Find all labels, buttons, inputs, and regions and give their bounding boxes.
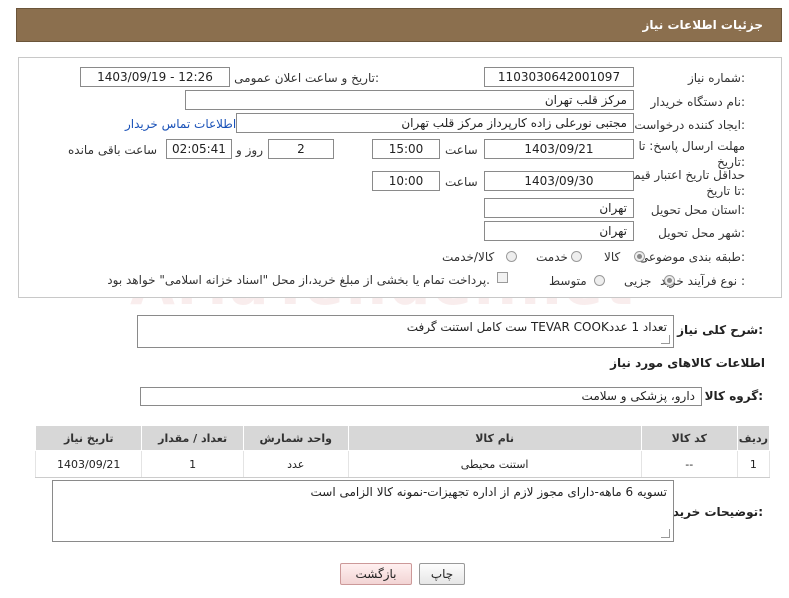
cell-need-date: 1403/09/21 xyxy=(34,450,143,478)
price-validity-label: حداقل تاریخ اعتبار قیمت: تا تاریخ: xyxy=(618,168,745,198)
category-service-radio[interactable] xyxy=(571,251,582,262)
resize-handle[interactable] xyxy=(661,335,670,344)
col-header-row-number: ردیف xyxy=(736,425,771,451)
col-header-need-date: تاریخ نیاز xyxy=(34,425,143,451)
delivery-province-label: استان محل تحویل: xyxy=(650,203,745,217)
buyer-org-field: مرکز قلب تهران xyxy=(185,90,634,110)
price-validity-time-field: 10:00 xyxy=(372,171,440,191)
buyer-notes-textarea[interactable]: تسویه 6 ماهه-دارای مجوز لازم از اداره تج… xyxy=(52,480,674,542)
category-service-label: خدمت xyxy=(536,250,568,264)
cell-goods-code: -- xyxy=(640,450,738,478)
print-button[interactable]: چاپ xyxy=(419,563,465,585)
process-minor-label: جزیی xyxy=(624,274,652,288)
treasury-payment-checkbox[interactable] xyxy=(497,272,508,283)
delivery-province-field: تهران xyxy=(484,198,634,218)
delivery-city-field: تهران xyxy=(484,221,634,241)
resize-handle[interactable] xyxy=(661,529,670,538)
buyer-contact-link[interactable]: اطلاعات تماس خریدار xyxy=(125,117,236,131)
buyer-org-label: نام دستگاه خریدار: xyxy=(650,95,746,109)
category-goods-service-radio[interactable] xyxy=(506,251,517,262)
announce-datetime-label: تاریخ و ساعت اعلان عمومی: xyxy=(234,71,379,85)
description-text: ست کامل استنت گرفت TEVAR COOKتعداد 1 عدد xyxy=(406,320,667,334)
process-medium-label: متوسط xyxy=(549,274,587,288)
goods-group-label: گروه کالا: xyxy=(704,389,763,403)
reply-deadline-time-label: ساعت xyxy=(445,143,478,157)
table-row: 1 -- استنت محیطی عدد 1 1403/09/21 xyxy=(34,450,771,478)
remaining-time-field: 02:05:41 xyxy=(166,139,232,159)
category-goods-radio[interactable] xyxy=(634,251,645,262)
goods-table: ردیف کد کالا نام کالا واحد شمارش تعداد /… xyxy=(34,425,771,478)
reply-days-field: 2 xyxy=(268,139,334,159)
treasury-payment-note: پرداخت تمام یا بخشی از مبلغ خرید،از محل … xyxy=(107,273,490,287)
back-button[interactable]: بازگشت xyxy=(340,563,412,585)
price-validity-time-label: ساعت xyxy=(445,175,478,189)
category-label: طبقه بندی موضوعی: xyxy=(638,250,745,264)
requester-field: مجتبی نورعلی زاده کارپرداز مرکز قلب تهرا… xyxy=(236,113,634,133)
goods-table-header-row: ردیف کد کالا نام کالا واحد شمارش تعداد /… xyxy=(34,425,771,451)
announce-datetime-field: 1403/09/19 - 12:26 xyxy=(80,67,230,87)
requester-label: ایجاد کننده درخواست: xyxy=(634,118,745,132)
col-header-goods-name: نام کالا xyxy=(347,425,642,451)
cell-quantity: 1 xyxy=(141,450,244,478)
page-header: جزئیات اطلاعات نیاز xyxy=(16,8,782,42)
category-goods-service-label: کالا/خدمت xyxy=(442,250,495,264)
col-header-unit: واحد شمارش xyxy=(242,425,349,451)
reply-days-label: روز و xyxy=(236,143,263,157)
cell-goods-name: استنت محیطی xyxy=(347,450,642,478)
remaining-time-label: ساعت باقی مانده xyxy=(68,143,158,157)
reply-deadline-label: مهلت ارسال پاسخ: تا تاریخ: xyxy=(638,139,745,169)
category-goods-label: کالا xyxy=(604,250,621,264)
need-number-field: 1103030642001097 xyxy=(484,67,634,87)
delivery-city-label: شهر محل تحویل: xyxy=(658,226,745,240)
reply-deadline-date-field: 1403/09/21 xyxy=(484,139,634,159)
col-header-quantity: تعداد / مقدار xyxy=(141,425,244,451)
price-validity-date-field: 1403/09/30 xyxy=(484,171,634,191)
description-textarea[interactable]: ست کامل استنت گرفت TEVAR COOKتعداد 1 عدد xyxy=(137,315,674,348)
process-medium-radio[interactable] xyxy=(594,275,605,286)
need-number-label: شماره نیاز: xyxy=(687,71,745,85)
cell-row-number: 1 xyxy=(736,450,771,478)
process-minor-radio[interactable] xyxy=(664,275,675,286)
buyer-notes-text: تسویه 6 ماهه-دارای مجوز لازم از اداره تج… xyxy=(310,485,667,499)
page-title: جزئیات اطلاعات نیاز xyxy=(642,18,763,32)
cell-unit: عدد xyxy=(242,450,349,478)
goods-group-field: دارو، پزشکی و سلامت xyxy=(140,387,702,406)
description-label: شرح کلی نیاز: xyxy=(677,323,763,337)
col-header-goods-code: کد کالا xyxy=(640,425,738,451)
reply-deadline-time-field: 15:00 xyxy=(372,139,440,159)
buyer-notes-label: توضیحات خریدار: xyxy=(661,505,763,519)
goods-info-title: اطلاعات کالاهای مورد نیاز xyxy=(610,356,765,370)
